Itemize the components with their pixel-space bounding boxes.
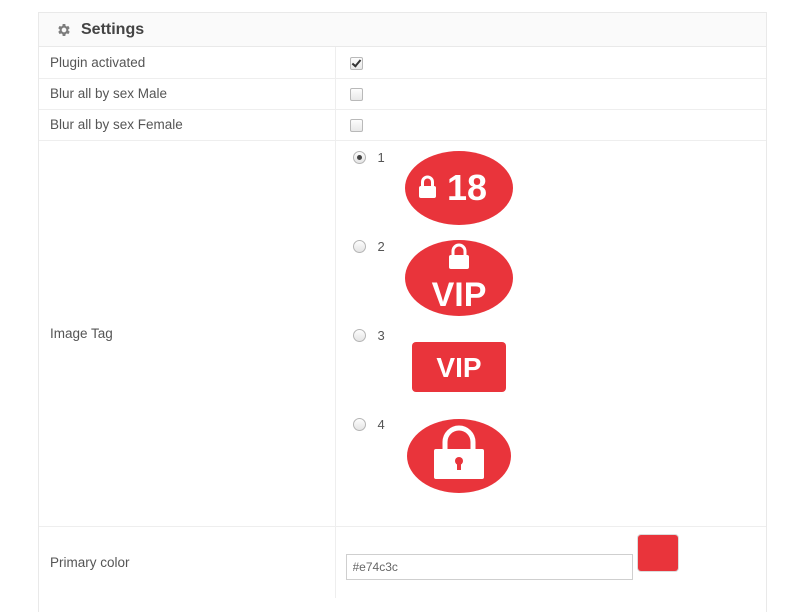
image-tag-option-number: 4 <box>377 416 385 432</box>
image-tag-radio-2[interactable] <box>352 239 366 253</box>
plugin-activated-checkbox[interactable] <box>349 56 363 70</box>
image-tag-radio-4[interactable] <box>352 417 366 431</box>
row-image-tag: Image Tag 1 18 2 VIP 3 VIP 4 <box>39 140 766 527</box>
badge-vip-square-text: VIP <box>436 352 481 383</box>
blur-male-cell <box>335 78 766 110</box>
image-tag-option-number: 3 <box>377 327 385 343</box>
image-tag-option-number: 2 <box>377 238 385 254</box>
blur-female-cell <box>335 109 766 141</box>
image-tag-radio-3[interactable] <box>352 328 366 342</box>
settings-panel: Settings Plugin activated Blur all by se… <box>38 12 767 612</box>
blur-male-checkbox[interactable] <box>349 87 363 101</box>
primary-color-cell <box>335 526 766 598</box>
primary-color-swatch[interactable] <box>637 534 678 571</box>
gear-icon <box>55 21 73 39</box>
image-tag-option-4[interactable]: 4 <box>352 416 385 432</box>
plugin-activated-cell <box>335 47 766 79</box>
image-tag-radio-1[interactable] <box>352 150 366 164</box>
row-plugin-activated: Plugin activated <box>39 47 766 79</box>
plugin-activated-label: Plugin activated <box>39 47 336 79</box>
image-tag-option-2[interactable]: 2 <box>352 238 385 254</box>
row-blur-female: Blur all by sex Female <box>39 109 766 141</box>
settings-table: Plugin activated Blur all by sex Male Bl… <box>39 47 766 598</box>
badge-vip-text: VIP <box>431 276 486 314</box>
image-tag-label: Image Tag <box>39 140 336 527</box>
lock-18-badge-icon[interactable]: 18 <box>404 150 513 227</box>
vip-square-badge-icon[interactable]: VIP <box>411 341 506 392</box>
blur-male-label: Blur all by sex Male <box>39 78 336 110</box>
badge-18-text: 18 <box>447 167 487 208</box>
row-primary-color: Primary color <box>39 526 766 598</box>
blur-female-checkbox[interactable] <box>349 118 363 132</box>
primary-color-input[interactable] <box>345 553 633 580</box>
panel-title: Settings <box>81 20 145 38</box>
image-tag-option-number: 1 <box>377 149 385 165</box>
image-tag-option-3[interactable]: 3 <box>352 327 385 343</box>
padlock-circle-icon[interactable] <box>406 418 511 493</box>
lock-vip-circle-icon[interactable]: VIP <box>404 239 513 316</box>
blur-female-label: Blur all by sex Female <box>39 109 336 141</box>
panel-header: Settings <box>39 13 766 47</box>
image-tag-options: 1 18 2 VIP 3 VIP 4 <box>335 140 766 527</box>
image-tag-option-1[interactable]: 1 <box>352 149 385 165</box>
primary-color-label: Primary color <box>39 526 336 598</box>
row-blur-male: Blur all by sex Male <box>39 78 766 110</box>
